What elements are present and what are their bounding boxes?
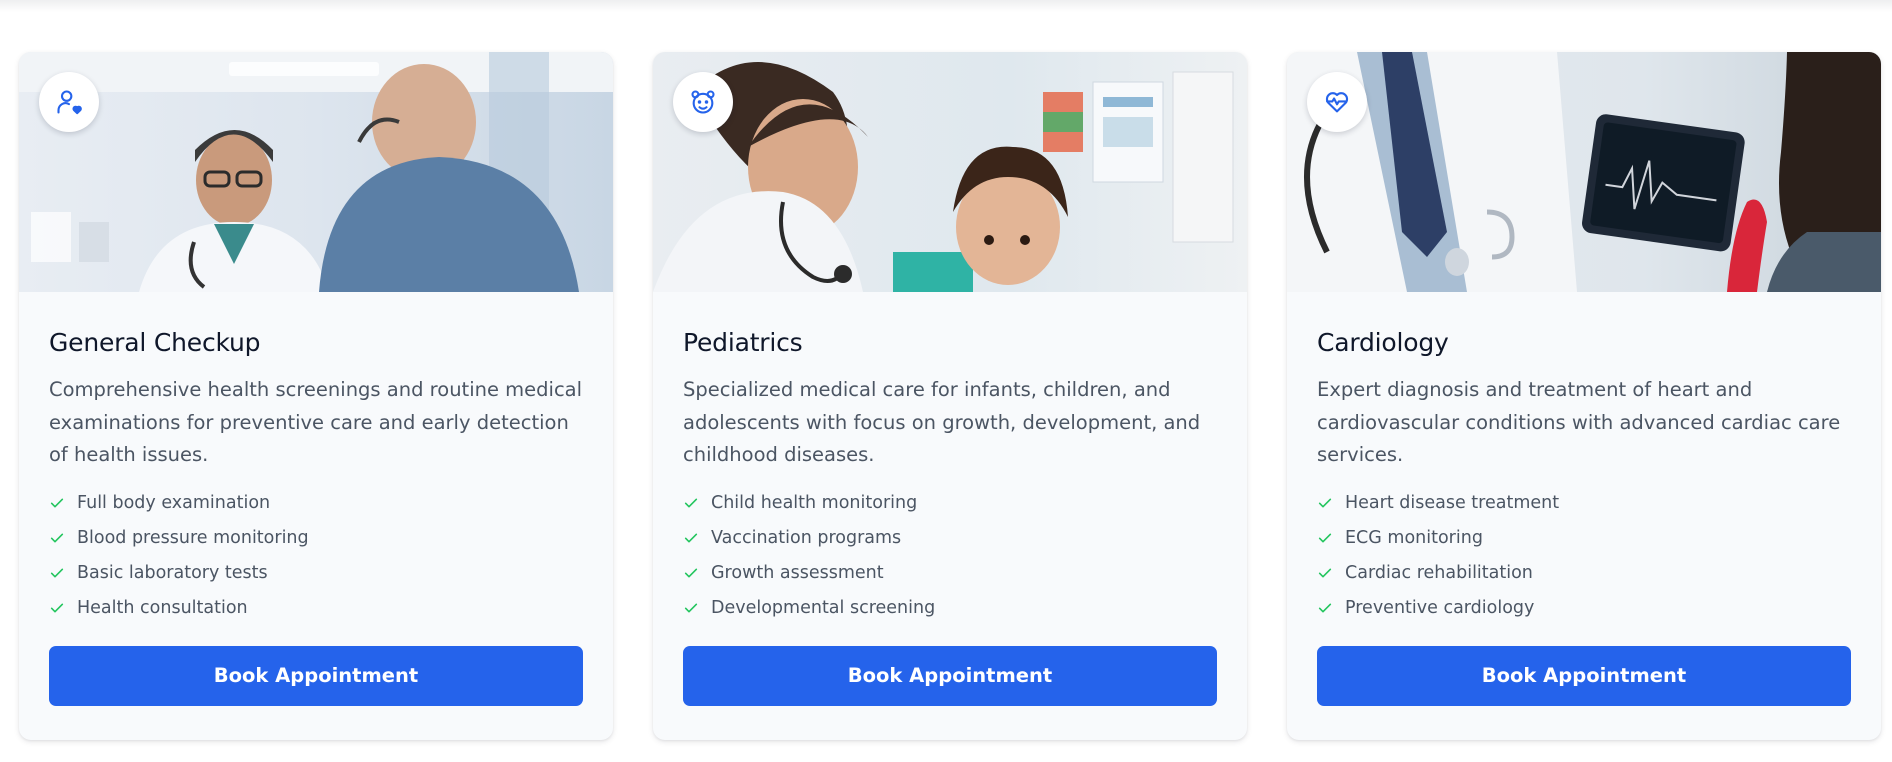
check-icon (683, 495, 711, 511)
card-description: Specialized medical care for infants, ch… (683, 378, 1201, 466)
card-title: Cardiology (1317, 328, 1449, 357)
check-icon (49, 565, 77, 581)
feature-item: Growth assessment (683, 556, 1217, 591)
feature-item: Heart disease treatment (1317, 486, 1851, 521)
feature-item: ECG monitoring (1317, 521, 1851, 556)
pediatrician-with-child-photo (653, 52, 1247, 292)
heart-pulse-icon (1307, 72, 1367, 132)
check-icon (1317, 600, 1345, 616)
feature-item: Cardiac rehabilitation (1317, 556, 1851, 591)
card-title: Pediatrics (683, 328, 803, 357)
service-card-general-checkup: General Checkup Comprehensive health scr… (19, 52, 613, 740)
feature-label: Health consultation (77, 598, 248, 618)
feature-list: Full body examination Blood pressure mon… (49, 486, 583, 626)
feature-label: Heart disease treatment (1345, 493, 1560, 513)
card-description: Comprehensive health screenings and rout… (49, 378, 583, 466)
feature-list: Heart disease treatment ECG monitoring C… (1317, 486, 1851, 626)
feature-label: ECG monitoring (1345, 528, 1483, 548)
service-card-pediatrics: Pediatrics Specialized medical care for … (653, 52, 1247, 740)
check-icon (683, 600, 711, 616)
book-appointment-button[interactable]: Book Appointment (683, 645, 1217, 706)
feature-label: Basic laboratory tests (77, 563, 268, 583)
feature-label: Blood pressure monitoring (77, 528, 309, 548)
check-icon (1317, 565, 1345, 581)
feature-item: Health consultation (49, 591, 583, 626)
feature-label: Cardiac rehabilitation (1345, 563, 1533, 583)
card-title: General Checkup (49, 328, 261, 357)
feature-label: Child health monitoring (711, 493, 918, 513)
book-appointment-button[interactable]: Book Appointment (49, 645, 583, 706)
card-description: Expert diagnosis and treatment of heart … (1317, 378, 1841, 466)
feature-item: Vaccination programs (683, 521, 1217, 556)
feature-item: Full body examination (49, 486, 583, 521)
service-card-cardiology: Cardiology Expert diagnosis and treatmen… (1287, 52, 1881, 740)
feature-item: Blood pressure monitoring (49, 521, 583, 556)
check-icon (49, 530, 77, 546)
feature-label: Vaccination programs (711, 528, 902, 548)
feature-item: Child health monitoring (683, 486, 1217, 521)
check-icon (1317, 495, 1345, 511)
feature-list: Child health monitoring Vaccination prog… (683, 486, 1217, 626)
check-icon (683, 530, 711, 546)
check-icon (683, 565, 711, 581)
check-icon (1317, 530, 1345, 546)
feature-item: Developmental screening (683, 591, 1217, 626)
feature-label: Preventive cardiology (1345, 598, 1535, 618)
cardiologist-with-tablet-photo (1287, 52, 1881, 292)
book-appointment-button[interactable]: Book Appointment (1317, 645, 1851, 706)
check-icon (49, 600, 77, 616)
feature-label: Growth assessment (711, 563, 884, 583)
header-shadow (0, 0, 1892, 12)
services-grid: General Checkup Comprehensive health scr… (19, 52, 1881, 740)
feature-label: Developmental screening (711, 598, 936, 618)
feature-item: Preventive cardiology (1317, 591, 1851, 626)
feature-item: Basic laboratory tests (49, 556, 583, 591)
feature-label: Full body examination (77, 493, 271, 513)
check-icon (49, 495, 77, 511)
user-heart-icon (39, 72, 99, 132)
teddy-bear-icon (673, 72, 733, 132)
doctor-with-patient-photo (19, 52, 613, 292)
